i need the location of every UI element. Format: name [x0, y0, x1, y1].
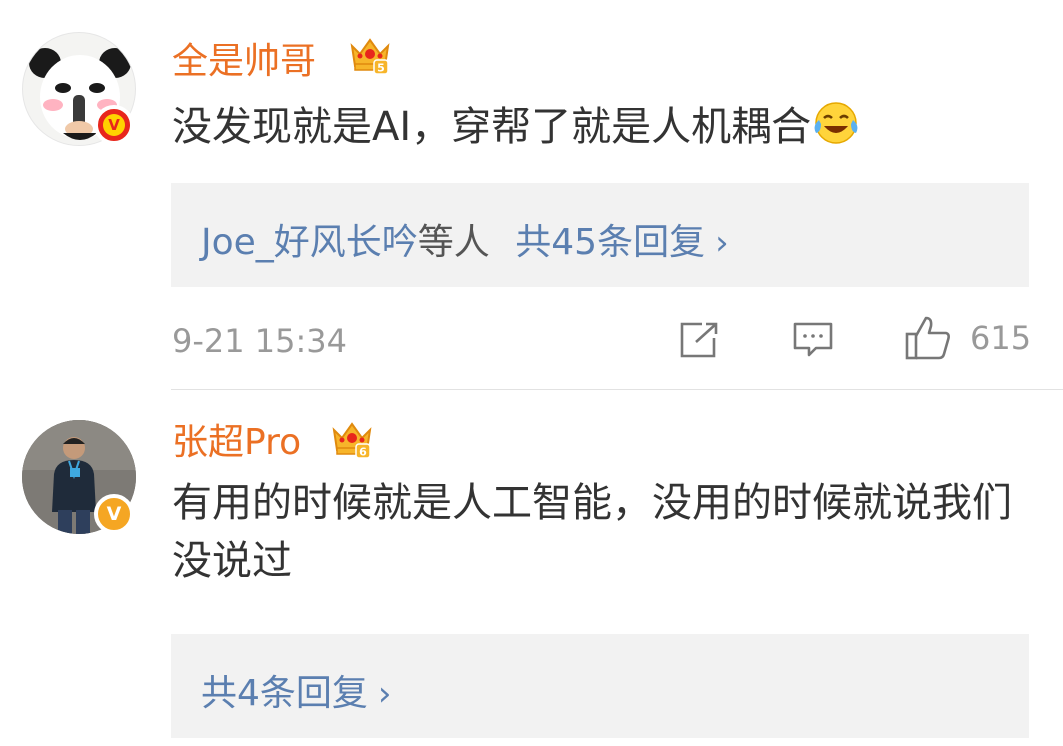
comment-item: V 张超Pro 6 有用的时候就是人工智能，没用的时候就说我们没说过 共4条回复… [0, 390, 1063, 746]
crown-level-icon: 5 [350, 38, 390, 75]
username[interactable]: 全是帅哥 [172, 32, 316, 84]
reply-summary: Joe_好风长吟等人 共45条回复 › [201, 213, 729, 265]
crown-level-icon: 6 [332, 422, 372, 459]
comment-text: 有用的时候就是人工智能，没用的时候就说我们没说过 [172, 480, 1012, 584]
comment-item: V 全是帅哥 5 没发现就是AI，穿帮了就是人机耦合 Joe_好风长吟等人 共4… [0, 0, 1063, 390]
timestamp: 9-21 15:34 [172, 322, 348, 360]
chevron-right-icon: › [377, 674, 392, 714]
reply-count-link[interactable]: 共4条回复 [201, 673, 368, 714]
comment-icon [793, 322, 833, 357]
reply-count-link[interactable]: 共45条回复 [515, 222, 705, 263]
username[interactable]: 张超Pro [172, 413, 301, 465]
comment-text: 没发现就是AI，穿帮了就是人机耦合 [172, 98, 861, 156]
reply-summary-box[interactable]: 共4条回复 › [171, 634, 1029, 738]
like-count: 615 [970, 319, 1032, 357]
reply-summary: 共4条回复 › [201, 664, 392, 716]
crown-level-number: 5 [377, 62, 385, 75]
share-icon [680, 322, 718, 358]
verified-badge-icon: V [94, 494, 134, 534]
reply-summary-box[interactable]: Joe_好风长吟等人 共45条回复 › [171, 183, 1029, 287]
comment-text-content: 没发现就是AI，穿帮了就是人机耦合 [172, 104, 812, 150]
reply-users-suffix: 等人 [417, 222, 490, 263]
crown-level-number: 6 [359, 446, 367, 459]
thumbs-up-icon [905, 316, 950, 360]
verified-badge-icon: V [94, 105, 134, 145]
chevron-right-icon: › [715, 223, 729, 263]
comment-button[interactable] [792, 320, 834, 360]
laughing-tears-icon [814, 102, 858, 144]
like-button[interactable]: 615 [904, 314, 1031, 362]
share-button[interactable] [678, 320, 720, 360]
reply-users-link[interactable]: Joe_好风长吟 [201, 222, 418, 263]
